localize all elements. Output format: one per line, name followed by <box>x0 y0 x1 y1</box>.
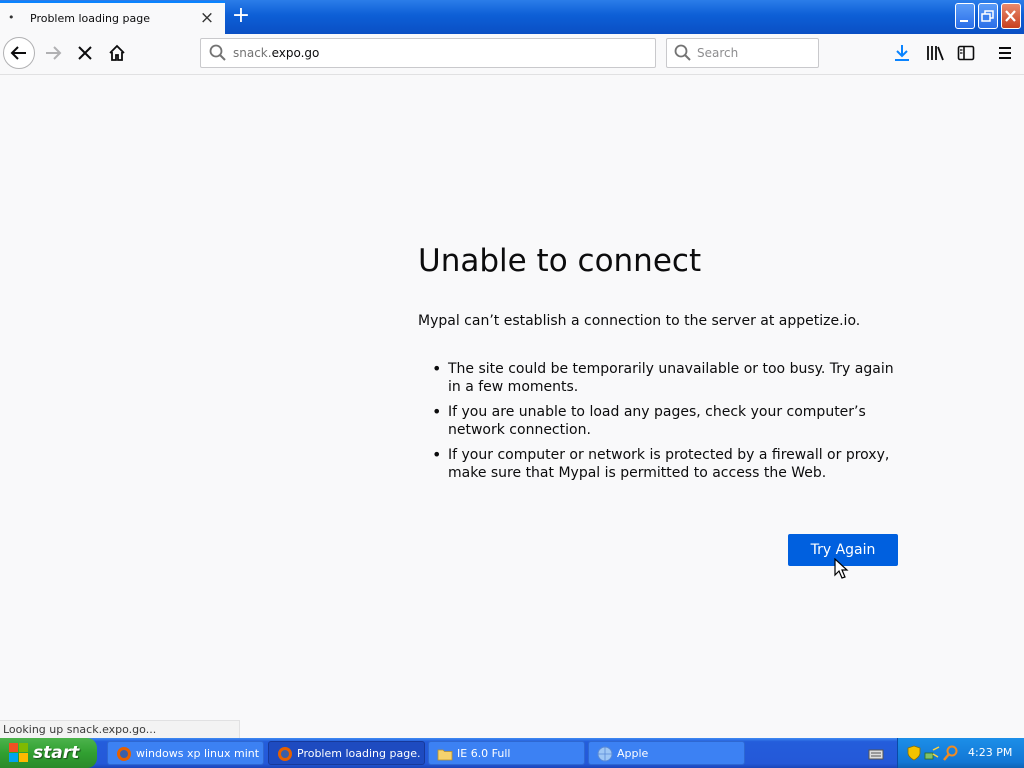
system-tray: 4:23 PM <box>897 738 1024 768</box>
taskbar-item-label: IE 6.0 Full <box>457 747 511 760</box>
firefox-icon <box>278 747 292 761</box>
sidebar-icon[interactable] <box>956 43 976 63</box>
mouse-cursor-icon <box>834 558 849 579</box>
library-icon[interactable] <box>925 43 945 63</box>
tab-close-icon[interactable]: × <box>198 7 216 29</box>
taskbar-item[interactable]: Apple <box>588 741 745 765</box>
firefox-icon <box>117 747 131 761</box>
stop-icon[interactable] <box>76 44 94 62</box>
clock: 4:23 PM <box>968 746 1013 759</box>
taskbar-item[interactable]: IE 6.0 Full <box>428 741 585 765</box>
search-icon <box>209 44 226 61</box>
error-title: Unable to connect <box>418 243 702 279</box>
search-icon <box>674 44 691 61</box>
error-description: Mypal can’t establish a connection to th… <box>418 313 861 329</box>
url-host-prefix: snack. <box>233 46 272 60</box>
taskbar-item-label: windows xp linux mint... <box>136 747 260 760</box>
start-label: start <box>33 743 80 763</box>
tab-title: Problem loading page <box>30 12 150 25</box>
suggestion-item: If you are unable to load any pages, che… <box>418 403 908 439</box>
minimize-icon <box>960 20 968 22</box>
taskbar-item-label: Problem loading page... <box>297 747 421 760</box>
download-icon[interactable] <box>892 43 912 63</box>
shield-icon[interactable] <box>907 745 921 761</box>
search-placeholder: Search <box>697 46 739 60</box>
home-icon[interactable] <box>107 43 127 63</box>
network-icon[interactable] <box>924 745 940 761</box>
windows-logo-icon <box>9 743 28 762</box>
close-icon <box>1005 10 1016 22</box>
restore-icon <box>981 10 994 22</box>
back-button[interactable] <box>3 37 35 69</box>
error-suggestions: The site could be temporarily unavailabl… <box>418 360 908 489</box>
minimize-button[interactable] <box>955 3 975 29</box>
taskbar: start windows xp linux mint... Problem l… <box>0 738 1024 768</box>
folder-icon <box>437 749 453 761</box>
taskbar-item-label: Apple <box>617 747 649 760</box>
magnifier-icon[interactable] <box>943 745 959 761</box>
tab-strip: • Problem loading page × + <box>0 0 1024 34</box>
url-text: snack.expo.go <box>233 46 319 60</box>
globe-icon <box>597 746 613 762</box>
arrow-right-icon[interactable] <box>43 43 63 63</box>
start-button[interactable]: start <box>0 738 97 768</box>
suggestion-item: The site could be temporarily unavailabl… <box>418 360 908 396</box>
keyboard-icon[interactable] <box>868 747 884 761</box>
new-tab-button[interactable]: + <box>230 3 252 29</box>
taskbar-item-active[interactable]: Problem loading page... <box>268 741 425 765</box>
nav-toolbar: snack.expo.go Search <box>0 34 1024 75</box>
close-window-button[interactable] <box>1001 3 1021 29</box>
error-page: Unable to connect Mypal can’t establish … <box>0 75 1024 738</box>
arrow-left-icon <box>10 46 26 60</box>
restore-button[interactable] <box>978 3 998 29</box>
taskbar-item[interactable]: windows xp linux mint... <box>107 741 264 765</box>
suggestion-item: If your computer or network is protected… <box>418 446 908 482</box>
url-host-main: expo.go <box>271 46 320 60</box>
menu-icon[interactable] <box>995 43 1015 63</box>
tab-active[interactable]: • Problem loading page × <box>0 1 225 34</box>
url-bar[interactable]: snack.expo.go <box>200 38 656 68</box>
search-bar[interactable]: Search <box>666 38 819 68</box>
tab-loading-indicator: • <box>8 11 15 24</box>
status-bar: Looking up snack.expo.go... <box>0 720 240 738</box>
